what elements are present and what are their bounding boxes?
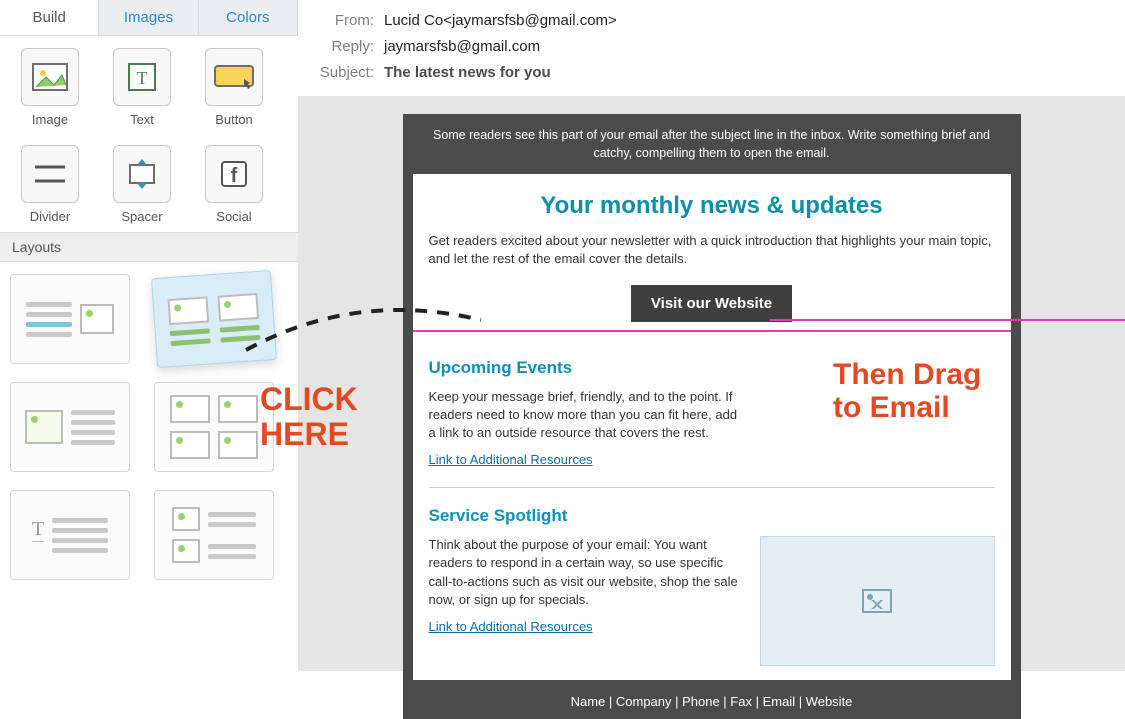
section2-body[interactable]: Think about the purpose of your email: Y… — [429, 536, 740, 609]
layout-option-5[interactable]: T — [10, 490, 130, 580]
block-label: Divider — [14, 209, 86, 224]
divider-line — [429, 487, 995, 488]
block-text[interactable]: T Text — [106, 48, 178, 127]
annotation-drag-to-email: Then Drag to Email — [833, 358, 981, 424]
email-body: Your monthly news & updates Get readers … — [413, 174, 1011, 680]
section2-title[interactable]: Service Spotlight — [429, 506, 995, 526]
block-label: Button — [198, 112, 270, 127]
drop-indicator — [413, 330, 1011, 332]
blocks-panel: Image T Text Button Divider Spacer — [0, 36, 298, 232]
image-placeholder[interactable] — [760, 536, 995, 666]
block-image[interactable]: Image — [14, 48, 86, 127]
block-label: Image — [14, 112, 86, 127]
tab-colors[interactable]: Colors — [199, 0, 298, 35]
layout-option-3[interactable] — [10, 382, 130, 472]
reply-label: Reply: — [312, 34, 374, 60]
placeholder-icon — [862, 589, 892, 613]
block-label: Text — [106, 112, 178, 127]
annotation-click-here: CLICK HERE — [260, 382, 358, 452]
email-header: From: Lucid Co<jaymarsfsb@gmail.com> Repl… — [298, 0, 1125, 96]
block-label: Spacer — [106, 209, 178, 224]
email-title[interactable]: Your monthly news & updates — [429, 192, 995, 220]
svg-text:T: T — [137, 68, 148, 88]
section1-link[interactable]: Link to Additional Resources — [429, 452, 593, 467]
from-value[interactable]: Lucid Co<jaymarsfsb@gmail.com> — [384, 8, 617, 34]
text-icon: T — [113, 48, 171, 106]
layout-option-6[interactable] — [154, 490, 274, 580]
drop-indicator-extension — [770, 319, 1125, 321]
block-spacer[interactable]: Spacer — [106, 145, 178, 224]
spacer-icon — [113, 145, 171, 203]
svg-text:f: f — [231, 165, 238, 187]
subject-value[interactable]: The latest news for you — [384, 60, 551, 86]
section2-link[interactable]: Link to Additional Resources — [429, 619, 593, 634]
drag-path-arrow — [236, 300, 486, 360]
cta-button[interactable]: Visit our Website — [631, 285, 792, 322]
email-footer[interactable]: Name | Company | Phone | Fax | Email | W… — [403, 690, 1021, 719]
layout-option-1[interactable] — [10, 274, 130, 364]
block-divider[interactable]: Divider — [14, 145, 86, 224]
tabs: Build Images Colors — [0, 0, 298, 36]
from-label: From: — [312, 8, 374, 34]
image-icon — [21, 48, 79, 106]
intro-paragraph[interactable]: Get readers excited about your newslette… — [429, 232, 995, 268]
tab-images[interactable]: Images — [99, 0, 198, 35]
tab-build[interactable]: Build — [0, 0, 99, 35]
email-canvas[interactable]: Some readers see this part of your email… — [298, 96, 1125, 671]
divider-icon — [21, 145, 79, 203]
block-button[interactable]: Button — [198, 48, 270, 127]
preheader-text[interactable]: Some readers see this part of your email… — [403, 114, 1021, 174]
reply-value[interactable]: jaymarsfsb@gmail.com — [384, 34, 540, 60]
layout-option-4[interactable] — [154, 382, 274, 472]
subject-label: Subject: — [312, 60, 374, 86]
block-social[interactable]: f Social — [198, 145, 270, 224]
layouts-heading: Layouts — [0, 232, 298, 262]
section1-body[interactable]: Keep your message brief, friendly, and t… — [429, 388, 740, 443]
social-icon: f — [205, 145, 263, 203]
button-icon — [205, 48, 263, 106]
block-label: Social — [198, 209, 270, 224]
